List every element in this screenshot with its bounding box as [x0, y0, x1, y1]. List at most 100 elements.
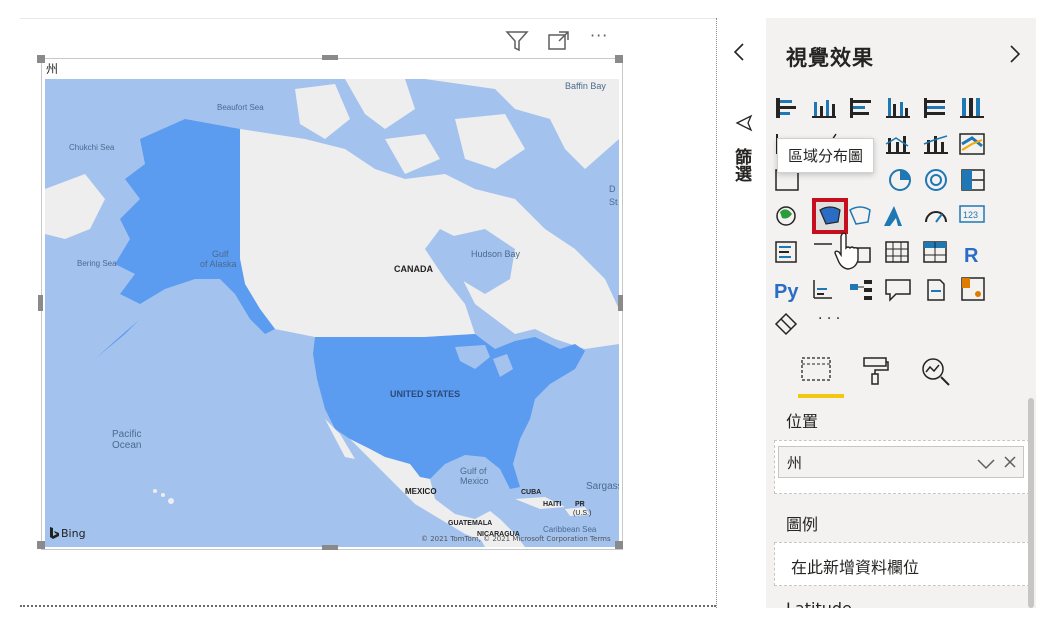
- map-geography: [45, 79, 619, 547]
- resize-handle-top[interactable]: [322, 55, 338, 60]
- map-label-cuba: CUBA: [521, 489, 542, 496]
- map-label-beaufort-sea: Beaufort Sea: [217, 103, 264, 112]
- map-label-us: (U.S.): [573, 510, 592, 517]
- svg-text:123: 123: [963, 210, 978, 220]
- filters-pane-collapsed[interactable]: 篩選: [717, 18, 766, 608]
- chevron-left-icon[interactable]: [733, 42, 745, 66]
- map-label-d: D: [609, 184, 616, 194]
- analytics-tab-icon[interactable]: [920, 356, 952, 392]
- matrix-icon: [923, 241, 947, 263]
- qa-visual-icon: [885, 279, 911, 302]
- azure-map-icon: [884, 206, 902, 226]
- map-label-united-states: UNITED STATES: [390, 389, 461, 399]
- fields-tab-icon[interactable]: [800, 354, 832, 388]
- filter-icon[interactable]: [505, 30, 529, 56]
- visual-tooltip: 區域分布圖: [777, 138, 875, 173]
- location-field-pill[interactable]: 州: [778, 446, 1024, 478]
- bing-icon: [50, 527, 59, 539]
- map-icon: [776, 206, 796, 226]
- paginated-report-icon: [961, 277, 985, 301]
- filled-map[interactable]: Baffin Bay Beaufort Sea Chukchi Sea Gulf…: [45, 79, 619, 547]
- card-icon: 123: [959, 205, 985, 223]
- filled-map-icon: [819, 206, 841, 225]
- bing-logo: Bing: [49, 527, 86, 540]
- line-stacked-column-icon: [923, 135, 948, 154]
- more-visuals-icon[interactable]: · · ·: [818, 311, 840, 327]
- 100-stacked-column-icon: [960, 98, 984, 118]
- resize-handle-left[interactable]: [38, 295, 43, 311]
- map-label-st: St: [609, 197, 618, 207]
- clustered-column-chart-icon: [886, 98, 910, 118]
- legend-well-label: 圖例: [786, 515, 819, 534]
- clustered-bar-chart-icon: [850, 98, 871, 118]
- remove-field-icon[interactable]: [1003, 455, 1017, 473]
- visual-type-gallery[interactable]: 123 R Py: [772, 94, 1022, 344]
- filled-map-button-selected[interactable]: [812, 198, 848, 234]
- ribbon-chart-icon: [959, 133, 985, 155]
- map-label-hudson-bay: Hudson Bay: [471, 249, 521, 259]
- map-label-gulf-of-mexico-1: Gulf of: [460, 466, 487, 476]
- power-apps-icon: [774, 312, 798, 336]
- focus-mode-icon[interactable]: [548, 31, 570, 55]
- resize-handle-tr[interactable]: [615, 55, 623, 63]
- map-label-guatemala: GUATEMALA: [448, 520, 493, 527]
- format-tab-icon[interactable]: [862, 356, 890, 390]
- filter-pane-icon[interactable]: [735, 114, 753, 136]
- legend-well[interactable]: 在此新增資料欄位: [774, 542, 1030, 586]
- visualizations-pane: 視覺效果 123 R Py · · · 位置 州 圖例 在此新增資料欄位: [766, 18, 1036, 608]
- map-label-haiti: HAITI: [543, 501, 562, 508]
- more-options-icon[interactable]: ···: [590, 26, 608, 45]
- python-visual-icon: Py: [774, 281, 799, 303]
- filters-pane-label[interactable]: 篩選: [731, 148, 751, 182]
- key-influencers-icon: [813, 280, 832, 299]
- location-field-name: 州: [787, 454, 803, 472]
- map-label-pacific-2: Ocean: [112, 440, 142, 451]
- 100-stacked-bar-icon: [924, 98, 945, 118]
- multi-row-card-icon: [775, 241, 797, 263]
- map-label-gulf-of-alaska-2: of Alaska: [200, 259, 237, 269]
- resize-handle-right[interactable]: [618, 295, 623, 311]
- active-tab-indicator: [798, 394, 844, 398]
- chevron-right-icon[interactable]: [1009, 44, 1021, 68]
- resize-handle-bottom[interactable]: [322, 545, 338, 550]
- table-icon: [885, 241, 909, 263]
- location-well[interactable]: 州: [774, 440, 1030, 494]
- treemap-icon: [961, 169, 985, 191]
- location-well-label: 位置: [786, 412, 819, 431]
- latitude-well-label: Latitude: [786, 598, 852, 608]
- resize-handle-bl[interactable]: [37, 541, 45, 549]
- map-label-canada: CANADA: [394, 264, 433, 274]
- svg-text:R: R: [964, 245, 979, 267]
- svg-text:Py: Py: [774, 281, 799, 303]
- r-visual-icon: R: [964, 245, 979, 267]
- pie-chart-icon: [889, 169, 911, 191]
- shape-map-icon: [849, 206, 871, 225]
- map-label-gulf-of-mexico-2: Mexico: [460, 476, 489, 486]
- funnel-chart-icon: [775, 169, 799, 191]
- resize-handle-br[interactable]: [615, 541, 623, 549]
- decomposition-tree-icon: [850, 280, 872, 300]
- map-label-sargasso: Sargass: [586, 481, 619, 492]
- chevron-down-icon[interactable]: [977, 456, 995, 474]
- map-label-baffin-bay: Baffin Bay: [565, 81, 606, 91]
- map-label-gulf-of-alaska-1: Gulf: [212, 249, 229, 259]
- map-label-chukchi-sea: Chukchi Sea: [69, 143, 115, 152]
- viz-pane-scrollbar[interactable]: [1028, 398, 1034, 608]
- visual-title: 州: [46, 62, 59, 76]
- stacked-bar-chart-icon: [776, 98, 796, 118]
- donut-chart-icon: [925, 169, 947, 191]
- resize-handle-tl[interactable]: [37, 55, 45, 63]
- hand-cursor-icon: [832, 232, 862, 276]
- canvas-bottom-border: [20, 605, 716, 607]
- gauge-icon: [925, 211, 947, 223]
- map-label-caribbean: Caribbean Sea: [543, 525, 597, 534]
- map-attribution: © 2021 TomTom, © 2021 Microsoft Corporat…: [421, 535, 611, 543]
- map-visual[interactable]: 州 Baffin Bay Beaufort Sea Chukchi Sea Gu…: [41, 58, 623, 550]
- smart-narrative-icon: [927, 279, 945, 301]
- viz-pane-title: 視覺效果: [786, 46, 874, 70]
- stacked-column-chart-icon: [812, 100, 836, 118]
- line-clustered-column-icon: [885, 136, 910, 154]
- legend-well-placeholder: 在此新增資料欄位: [791, 558, 920, 577]
- map-label-pacific-1: Pacific: [112, 429, 142, 440]
- map-label-bering-sea: Bering Sea: [77, 259, 117, 268]
